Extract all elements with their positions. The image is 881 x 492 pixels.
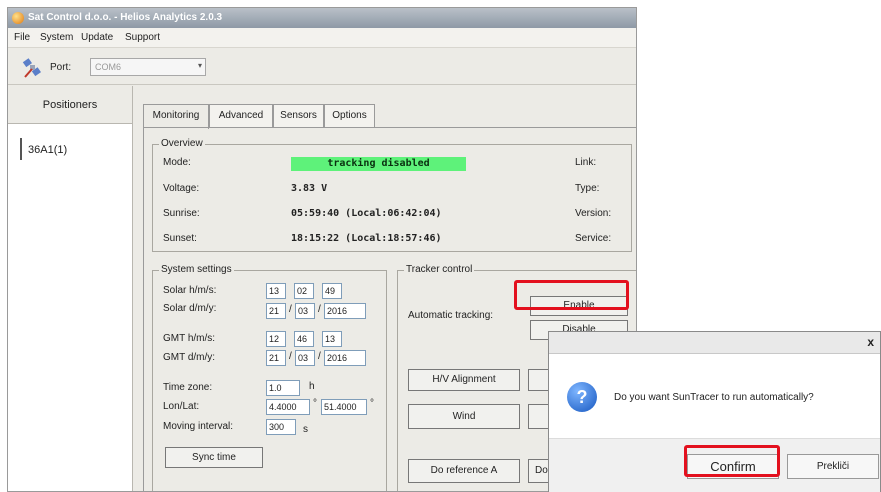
gmt-day-field[interactable]: 21 (266, 350, 286, 366)
solar-month-field[interactable]: 03 (295, 303, 315, 319)
confirm-highlight (684, 445, 780, 477)
overview-group: Overview Mode: tracking disabled Voltage… (152, 138, 632, 252)
version-label: Version: (575, 208, 612, 219)
voltage-value: 3.83 V (291, 183, 328, 194)
menu-update[interactable]: Update (81, 32, 113, 43)
satellite-icon (22, 58, 41, 78)
dialog-title-bar: x (549, 332, 880, 354)
main-window: Sat Control d.o.o. - Helios Analytics 2.… (7, 7, 637, 492)
menu-support[interactable]: Support (125, 32, 160, 43)
port-label: Port: (50, 62, 72, 73)
app-logo-icon (12, 12, 24, 24)
gmt-minute-field[interactable]: 46 (294, 331, 314, 347)
interval-unit: s (303, 424, 308, 435)
date-separator: / (318, 351, 321, 362)
gmt-dmy-label: GMT d/m/y: (163, 352, 216, 363)
sunrise-label: Sunrise: (163, 208, 200, 219)
solar-dmy-label: Solar d/m/y: (163, 303, 217, 314)
wind-button[interactable]: Wind (408, 404, 520, 429)
timezone-field[interactable]: 1.0 (266, 380, 300, 396)
lonlat-label: Lon/Lat: (163, 401, 200, 412)
tab-monitoring[interactable]: Monitoring (143, 104, 209, 129)
date-separator: / (318, 304, 321, 315)
system-settings-group: System settings Solar h/m/s: 13 02 49 So… (152, 264, 387, 491)
menu-file[interactable]: File (14, 32, 30, 43)
mode-status-badge: tracking disabled (291, 157, 466, 171)
port-value: COM6 (95, 62, 122, 72)
service-label: Service: (575, 233, 612, 244)
link-label: Link: (575, 157, 597, 168)
positioners-header: Positioners (8, 86, 132, 124)
gmt-year-field[interactable]: 2016 (324, 350, 366, 366)
system-settings-title: System settings (159, 264, 234, 276)
solar-second-field[interactable]: 49 (322, 283, 342, 299)
tab-options[interactable]: Options (324, 104, 375, 128)
degree-symbol: ° (370, 398, 374, 409)
interval-field[interactable]: 300 (266, 419, 296, 435)
date-separator: / (289, 351, 292, 362)
solar-year-field[interactable]: 2016 (324, 303, 366, 319)
solar-minute-field[interactable]: 02 (294, 283, 314, 299)
degree-symbol: ° (313, 398, 317, 409)
tab-sensors[interactable]: Sensors (273, 104, 324, 128)
latitude-field[interactable]: 51.4000 (321, 399, 367, 415)
voltage-label: Voltage: (163, 183, 200, 194)
menu-system[interactable]: System (40, 32, 73, 43)
gmt-hms-label: GMT h/m/s: (163, 333, 216, 344)
menu-bar: File System Update Support (8, 28, 636, 48)
type-label: Type: (575, 183, 600, 194)
sunrise-value: 05:59:40 (Local:06:42:04) (291, 208, 442, 219)
gmt-second-field[interactable]: 13 (322, 331, 342, 347)
auto-tracking-label: Automatic tracking: (408, 310, 494, 321)
cancel-button[interactable]: Prekliči (787, 454, 879, 479)
window-title: Sat Control d.o.o. - Helios Analytics 2.… (28, 12, 223, 23)
longitude-field[interactable]: 4.4000 (266, 399, 310, 415)
solar-hour-field[interactable]: 13 (266, 283, 286, 299)
chevron-down-icon: ▾ (197, 61, 202, 70)
timezone-label: Time zone: (163, 382, 213, 393)
date-separator: / (289, 304, 292, 315)
tracker-control-title: Tracker control (404, 264, 475, 276)
gmt-month-field[interactable]: 03 (295, 350, 315, 366)
sunset-value: 18:15:22 (Local:18:57:46) (291, 233, 442, 244)
mode-label: Mode: (163, 157, 191, 168)
sync-time-button[interactable]: Sync time (165, 447, 263, 468)
sunset-label: Sunset: (163, 233, 197, 244)
dialog-message: Do you want SunTracer to run automatical… (614, 392, 814, 403)
positioners-panel: Positioners 36A1(1) (8, 86, 133, 491)
close-icon[interactable]: x (867, 335, 874, 349)
reference-a-button[interactable]: Do reference A (408, 459, 520, 483)
positioner-item[interactable]: 36A1(1) (28, 144, 67, 156)
solar-day-field[interactable]: 21 (266, 303, 286, 319)
question-icon: ? (567, 382, 597, 412)
timezone-unit: h (309, 381, 315, 392)
gmt-hour-field[interactable]: 12 (266, 331, 286, 347)
toolbar: Port: COM6 ▾ (8, 49, 636, 85)
interval-label: Moving interval: (163, 421, 234, 432)
tab-advanced[interactable]: Advanced (209, 104, 273, 128)
title-bar: Sat Control d.o.o. - Helios Analytics 2.… (8, 8, 636, 28)
enable-highlight (514, 280, 629, 310)
tree-line (20, 138, 22, 160)
overview-title: Overview (159, 138, 205, 150)
port-select[interactable]: COM6 ▾ (90, 58, 206, 76)
hv-alignment-button[interactable]: H/V Alignment (408, 369, 520, 391)
solar-hms-label: Solar h/m/s: (163, 285, 217, 296)
